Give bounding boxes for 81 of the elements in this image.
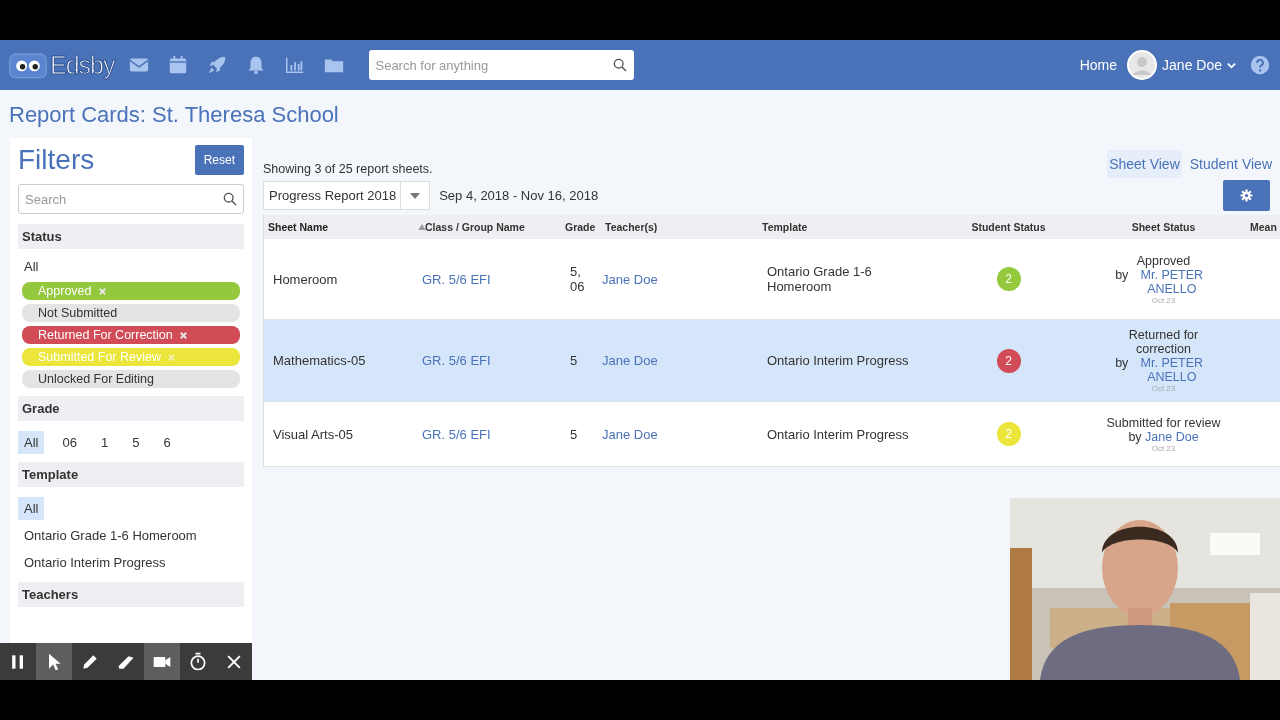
settings-icon: [1240, 189, 1253, 202]
avatar-icon: [1127, 50, 1158, 80]
filter-option[interactable]: All: [18, 431, 45, 454]
table-cell: 5, 06: [570, 264, 585, 294]
by-label: by: [1115, 267, 1129, 282]
person-link[interactable]: Mr. PETER ANELLO: [1131, 356, 1212, 384]
column-header[interactable]: Sheet Status: [1131, 221, 1196, 233]
status-filter-tag[interactable]: Returned For Correction: [22, 326, 240, 344]
status-filter-tag[interactable]: Unlocked For Editing: [22, 370, 240, 388]
reset-button[interactable]: Reset: [194, 145, 244, 175]
column-header[interactable]: Teacher(s): [605, 221, 658, 233]
section-header: Grade: [18, 396, 244, 421]
table-cell: 5: [570, 426, 578, 442]
status-count-badge: 2: [996, 267, 1021, 291]
status-filter-tag[interactable]: Not Submitted: [22, 304, 240, 322]
table-row[interactable]: Visual Arts-05 GR. 5/6 EFI 5 Jane Doe Ontario Interim Progress 2 Submitted for review by Jane Doe Oct 23: [263, 401, 1280, 467]
sheet-status-text: Submitted for review: [1105, 415, 1222, 430]
table-link[interactable]: Jane Doe: [602, 426, 658, 442]
toolbar-button[interactable]: [36, 643, 72, 680]
sheet-status-text: Approved: [1135, 253, 1192, 268]
filter-option[interactable]: Ontario Grade 1-6 Homeroom: [18, 524, 203, 547]
search-field[interactable]: Search for anything: [369, 50, 635, 80]
column-header[interactable]: Sheet Name: [268, 221, 329, 233]
timer-icon: [188, 651, 208, 672]
page-title: Report Cards: St. Theresa School: [9, 102, 340, 128]
section-header: Teachers: [18, 582, 244, 607]
owl-logo-icon: [8, 50, 48, 80]
table-row[interactable]: Mathematics-05 GR. 5/6 EFI 5 Jane Doe Ontario Interim Progress 2 Returned for correction by Mr. PETER ANELLO Oct 23: [263, 319, 1280, 402]
table-cell: Ontario Interim Progress: [767, 426, 909, 442]
table-cell: Ontario Grade 1-6 Homeroom: [767, 264, 872, 294]
column-header[interactable]: Template: [762, 221, 808, 233]
person-link[interactable]: Jane Doe: [1145, 429, 1199, 444]
filter-option[interactable]: 06: [56, 431, 83, 454]
table-row[interactable]: Homeroom GR. 5/6 EFI 5, 06 Jane Doe Ontario Grade 1-6 Homeroom 2 Approved by Mr. PETER ANELLO Oct 23: [263, 239, 1280, 320]
table-cell: Visual Arts-05: [273, 426, 353, 442]
filter-option[interactable]: 6: [157, 431, 177, 454]
view-tab[interactable]: Sheet View: [1107, 150, 1182, 178]
home-link[interactable]: Home: [1079, 57, 1118, 73]
table-link[interactable]: Jane Doe: [602, 271, 658, 287]
person-link[interactable]: Mr. PETER ANELLO: [1131, 267, 1212, 296]
status-date: Oct 23: [1150, 384, 1177, 393]
period-dropdown[interactable]: Progress Report 2018: [263, 181, 431, 210]
filter-option[interactable]: Ontario Interim Progress: [18, 551, 172, 574]
search-icon: [222, 191, 238, 207]
filter-option[interactable]: All: [18, 497, 45, 520]
sort-arrow-icon: [418, 224, 426, 230]
table-link[interactable]: GR. 5/6 EFI: [422, 271, 491, 287]
caret-icon: [1227, 60, 1236, 70]
table-cell: Ontario Interim Progress: [767, 353, 909, 368]
by-label: by: [1115, 356, 1129, 370]
view-tab[interactable]: Student View: [1187, 150, 1274, 178]
summary-text: Showing 3 of 25 report sheets.: [263, 162, 433, 176]
logo-text: Edsby: [50, 50, 115, 80]
status-count-badge: 2: [996, 348, 1021, 373]
settings-button[interactable]: [1223, 180, 1270, 211]
date-range: Sep 4, 2018 - Nov 16, 2018: [439, 188, 599, 203]
caret-icon: [410, 190, 421, 201]
search-field[interactable]: Search: [18, 184, 244, 214]
remove-icon: [97, 286, 107, 296]
filter-option[interactable]: 5: [126, 431, 146, 454]
section-header: Status: [18, 224, 244, 249]
user-name[interactable]: Jane Doe: [1162, 57, 1222, 73]
table-link[interactable]: GR. 5/6 EFI: [422, 426, 491, 442]
help-icon[interactable]: [1250, 55, 1270, 75]
status-date: Oct 23: [1150, 443, 1177, 453]
status-count-badge: 2: [996, 422, 1021, 446]
by-label: by: [1128, 429, 1142, 444]
status-date: Oct 23: [1150, 295, 1177, 305]
filters-title: Filters: [18, 144, 95, 176]
table-link[interactable]: Jane Doe: [602, 353, 658, 368]
table-cell: Mathematics-05: [273, 353, 366, 368]
filter-option[interactable]: 1: [94, 431, 115, 454]
remove-icon: [166, 352, 176, 362]
section-header: Template: [18, 462, 244, 487]
toolbar-button[interactable]: [144, 643, 180, 680]
table-cell: 5: [570, 353, 578, 368]
search-icon: [612, 57, 629, 73]
remove-icon: [178, 330, 188, 340]
table-cell: Homeroom: [273, 271, 338, 287]
table-link[interactable]: GR. 5/6 EFI: [422, 353, 491, 368]
filter-option[interactable]: All: [18, 255, 45, 278]
